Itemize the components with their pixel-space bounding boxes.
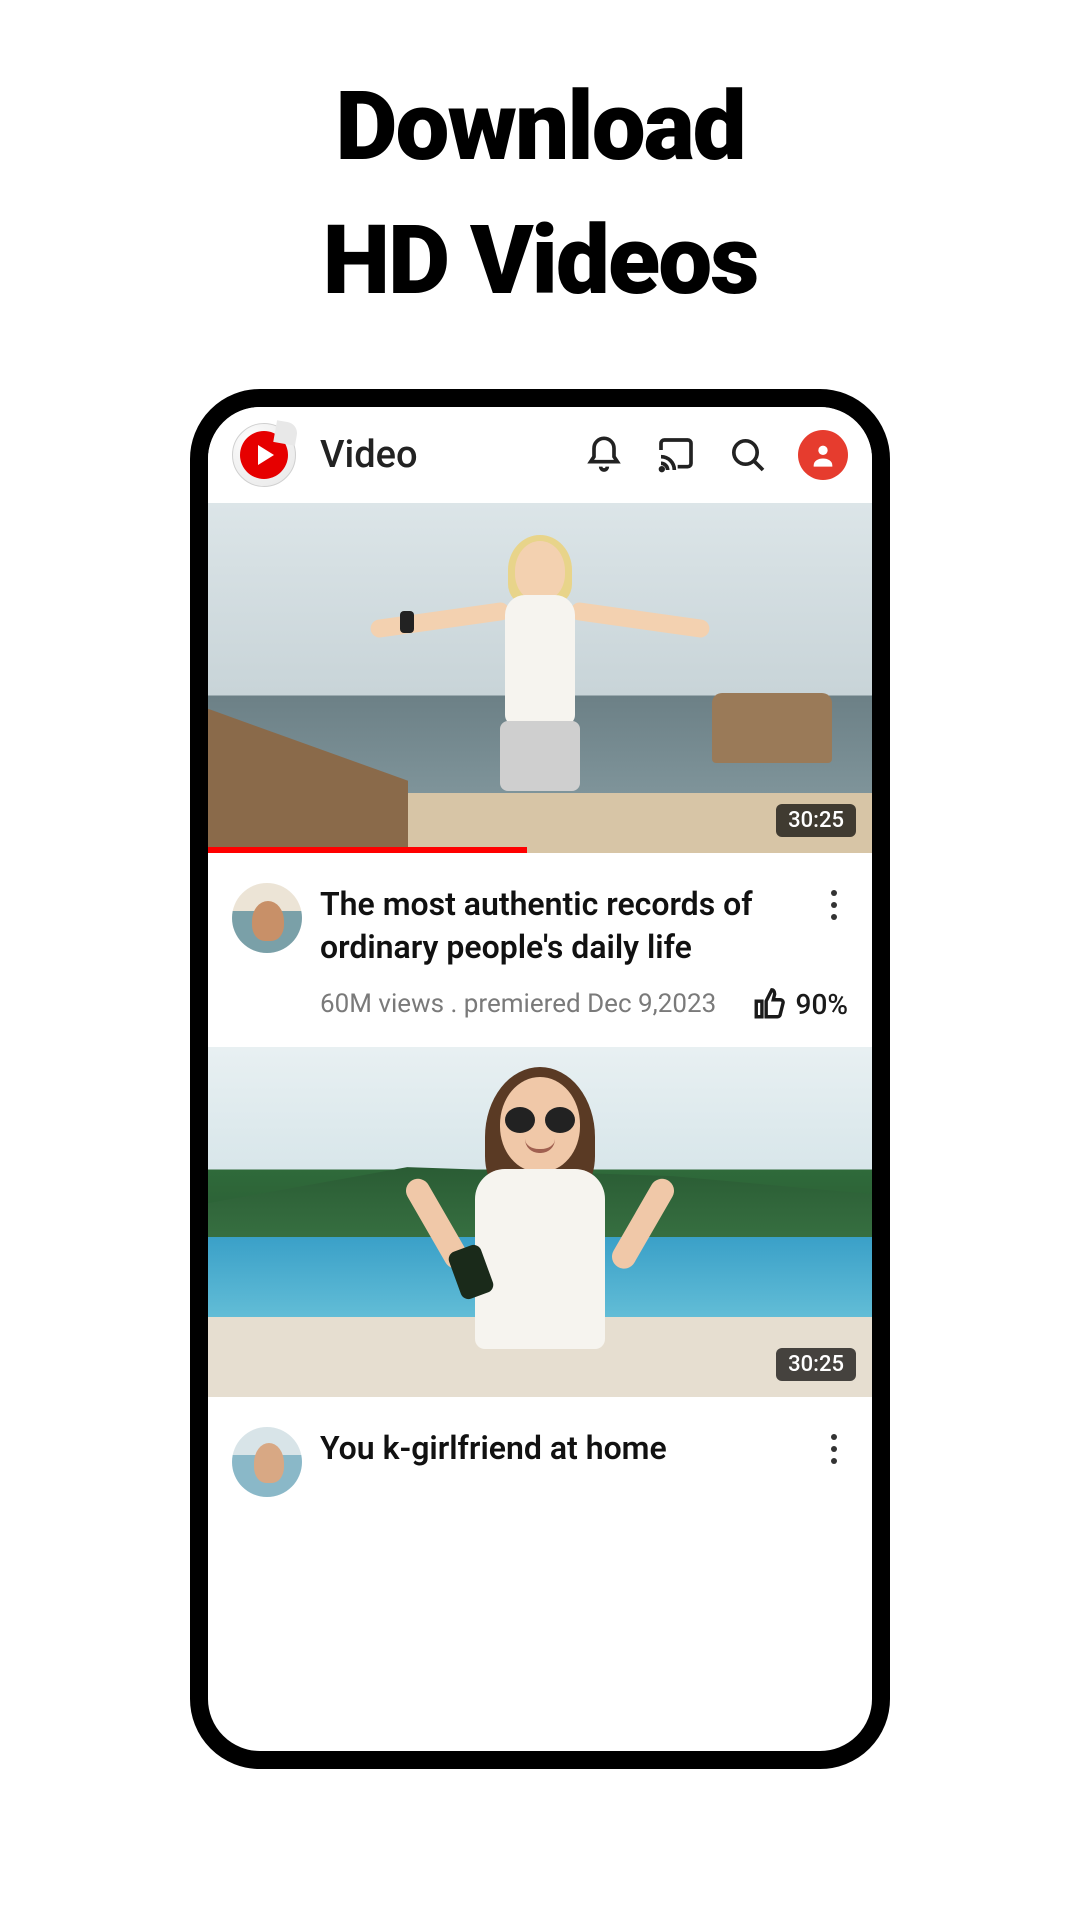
video-thumbnail[interactable]: 30:25 — [208, 1047, 872, 1397]
bell-icon[interactable] — [582, 433, 626, 477]
duration-badge: 30:25 — [776, 804, 856, 837]
video-thumbnail[interactable]: 30:25 — [208, 503, 872, 853]
video-title: You k-girlfriend at home — [320, 1427, 848, 1470]
thumbs-up-icon — [752, 987, 786, 1021]
cast-icon[interactable] — [654, 433, 698, 477]
headline-line-1: Download — [323, 60, 758, 194]
header-actions — [582, 430, 848, 480]
like-indicator[interactable]: 90% — [752, 987, 848, 1021]
video-feed[interactable]: 30:25 The most authentic records of ordi… — [208, 503, 872, 1523]
video-stats: 60M views . premiered Dec 9,2023 — [320, 989, 732, 1019]
app-logo[interactable] — [232, 423, 296, 487]
profile-avatar[interactable] — [798, 430, 848, 480]
video-meta: The most authentic records of ordinary p… — [208, 853, 872, 1047]
more-options-button[interactable] — [816, 883, 852, 927]
app-brand-name: Video — [320, 433, 582, 477]
video-card[interactable]: 30:25 The most authentic records of ordi… — [208, 503, 872, 1047]
channel-avatar[interactable] — [232, 883, 302, 953]
page-headline: Download HD Videos — [323, 60, 758, 329]
app-header: Video — [208, 407, 872, 503]
channel-avatar[interactable] — [232, 1427, 302, 1497]
more-options-button[interactable] — [816, 1427, 852, 1471]
like-percent: 90% — [796, 988, 848, 1021]
video-card[interactable]: 30:25 You k-girlfriend at home — [208, 1047, 872, 1523]
duration-badge: 30:25 — [776, 1348, 856, 1381]
video-meta: You k-girlfriend at home — [208, 1397, 872, 1523]
headline-line-2: HD Videos — [323, 194, 758, 328]
video-title: The most authentic records of ordinary p… — [320, 883, 848, 969]
search-icon[interactable] — [726, 433, 770, 477]
phone-frame: Video — [190, 389, 890, 1769]
